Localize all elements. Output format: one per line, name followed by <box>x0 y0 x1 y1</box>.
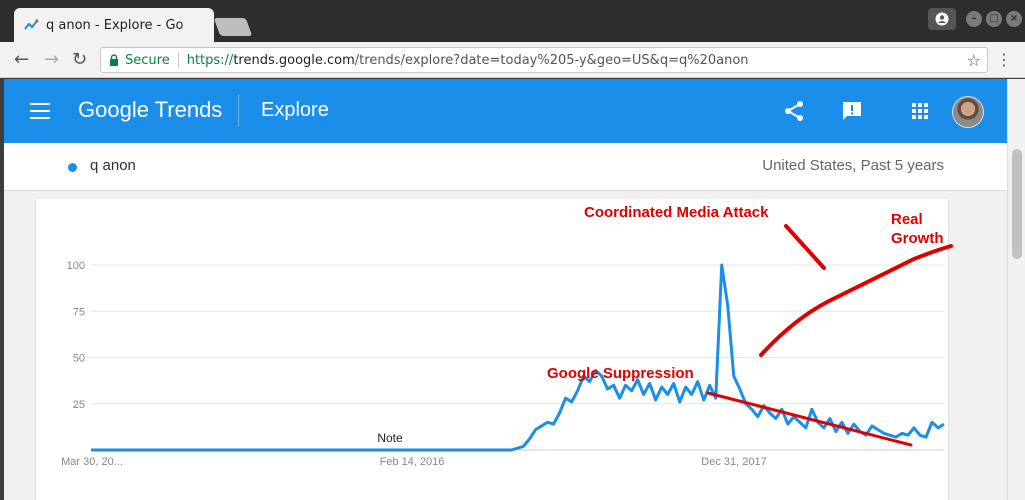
x-tick-label: Mar 30, 20... <box>61 456 123 468</box>
annotation-google-suppression: Google Suppression <box>547 365 694 382</box>
x-tick-label: Dec 31, 2017 <box>701 456 766 468</box>
annotation-growth: Growth <box>891 230 944 247</box>
interest-chart: 100 75 50 25 Mar 30, 20... Feb 14, 2016 Dec 31… <box>61 204 953 468</box>
minimize-button[interactable]: – <box>966 11 982 27</box>
lock-icon <box>110 54 118 66</box>
scroll-thumb[interactable] <box>1012 149 1022 259</box>
y-tick-label: 100 <box>67 260 85 272</box>
tab-title: q anon - Explore - Go <box>46 17 184 33</box>
browser-toolbar: ← → ↻ Secure https://trends.google.com/t… <box>0 42 1025 78</box>
suppression-line <box>706 391 913 447</box>
person-icon <box>935 12 949 26</box>
url-path: /trends/explore?date=today%205-y&geo=US&… <box>354 52 749 68</box>
y-tick-label: 75 <box>73 306 85 318</box>
media-attack-arrow <box>784 224 826 270</box>
y-tick-label: 50 <box>73 353 85 365</box>
url-host: trends.google.com <box>233 52 355 68</box>
y-tick-label: 25 <box>73 399 85 411</box>
real-growth-line <box>759 244 953 357</box>
url-scheme: https:// <box>186 52 234 68</box>
secure-label: Secure <box>125 52 170 68</box>
close-window-button[interactable]: × <box>1006 11 1022 27</box>
maximize-button[interactable]: □ <box>986 11 1002 27</box>
trends-app: Google Trends Explore q anon United Stat… <box>4 79 1007 500</box>
browser-tab[interactable]: q anon - Explore - Go <box>14 8 214 42</box>
x-tick-label: Feb 14, 2016 <box>380 456 445 468</box>
browser-titlebar: q anon - Explore - Go – □ × <box>0 0 1025 42</box>
reload-icon[interactable]: ↻ <box>72 50 87 70</box>
back-arrow-icon[interactable]: ← <box>14 50 29 70</box>
browser-menu-icon[interactable]: ⋮ <box>996 50 1012 69</box>
omnibox-divider <box>177 52 179 68</box>
forward-arrow-icon[interactable]: → <box>44 50 59 70</box>
url-text: https://trends.google.com/trends/explore… <box>187 53 749 68</box>
new-tab-button[interactable] <box>213 18 253 36</box>
bookmark-star-icon[interactable]: ☆ <box>967 51 981 70</box>
note-label: Note <box>377 431 403 445</box>
profile-button[interactable] <box>928 8 956 30</box>
annotation-real: Real <box>891 211 923 228</box>
address-bar[interactable]: Secure https://trends.google.com/trends/… <box>100 47 988 73</box>
page-scrollbar[interactable] <box>1007 79 1025 500</box>
annotation-media-attack: Coordinated Media Attack <box>584 204 769 221</box>
trends-favicon-icon <box>24 19 38 30</box>
